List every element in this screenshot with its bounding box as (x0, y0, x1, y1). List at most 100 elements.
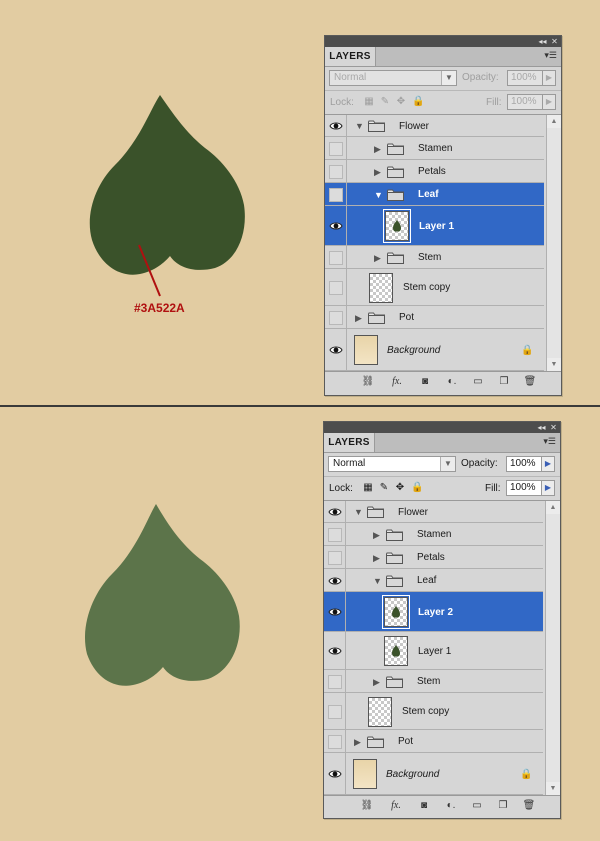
new-layer-icon[interactable]: ❐ (496, 799, 510, 812)
layer-row[interactable]: ▶ Petals (324, 546, 543, 569)
expand-right-icon[interactable]: ▶ (374, 167, 381, 178)
lock-image-icon[interactable]: ✎ (379, 483, 389, 493)
eye-icon[interactable] (329, 343, 343, 357)
opacity-slider-button[interactable]: ▶ (542, 70, 556, 86)
link-icon[interactable]: ⛓ (358, 799, 376, 812)
layer-row[interactable]: ▶ Stem (324, 670, 543, 693)
collapse-icon[interactable]: ◂◂ (537, 36, 548, 47)
scroll-up-icon[interactable]: ▲ (546, 501, 560, 514)
visibility-empty[interactable] (328, 734, 342, 749)
collapse-icon[interactable]: ◂◂ (536, 422, 547, 433)
eye-icon[interactable] (328, 767, 342, 781)
eye-icon[interactable] (328, 505, 342, 519)
visibility-toggle[interactable] (324, 546, 346, 568)
visibility-toggle[interactable] (324, 693, 346, 729)
visibility-empty[interactable] (329, 310, 343, 325)
visibility-toggle[interactable] (324, 523, 346, 545)
expand-right-icon[interactable]: ▶ (374, 144, 381, 155)
expand-right-icon[interactable]: ▶ (373, 677, 380, 688)
mask-icon[interactable]: ◙ (417, 799, 431, 812)
visibility-toggle[interactable] (325, 206, 347, 245)
trash-icon[interactable]: 🗑 (523, 375, 537, 388)
visibility-toggle[interactable] (324, 569, 346, 591)
visibility-toggle[interactable] (325, 306, 347, 328)
visibility-toggle[interactable] (325, 329, 347, 370)
layer-row[interactable]: Stem copy (325, 269, 544, 306)
layer-row[interactable]: ▼ Leaf (325, 183, 544, 206)
layer-row[interactable]: ▶ Stem (325, 246, 544, 269)
lock-image-icon[interactable]: ✎ (380, 97, 390, 107)
lock-transparency-icon[interactable]: ▦ (363, 483, 373, 493)
visibility-toggle[interactable] (324, 632, 346, 669)
lock-position-icon[interactable]: ✥ (396, 97, 406, 107)
visibility-toggle[interactable] (324, 501, 346, 522)
trash-icon[interactable]: 🗑 (522, 799, 536, 812)
visibility-empty[interactable] (328, 674, 342, 689)
visibility-toggle[interactable] (325, 160, 347, 182)
fill-slider-button[interactable]: ▶ (542, 94, 556, 110)
opacity-slider-button[interactable]: ▶ (541, 456, 555, 472)
mask-icon[interactable]: ◙ (418, 375, 432, 388)
layer-row[interactable]: ▼ Flower (324, 501, 543, 523)
close-icon[interactable]: ✕ (548, 422, 559, 433)
lock-position-icon[interactable]: ✥ (395, 483, 405, 493)
opacity-input[interactable]: 100% (506, 456, 542, 472)
close-icon[interactable]: ✕ (549, 36, 560, 47)
eye-icon[interactable] (329, 219, 343, 233)
expand-down-icon[interactable]: ▼ (355, 121, 364, 131)
layer-row[interactable]: Layer 1 (325, 206, 544, 246)
visibility-toggle[interactable] (325, 183, 347, 205)
eye-icon[interactable] (329, 119, 343, 133)
eye-icon[interactable] (328, 574, 342, 588)
expand-down-icon[interactable]: ▼ (374, 190, 383, 200)
visibility-toggle[interactable] (325, 246, 347, 268)
visibility-empty[interactable] (329, 187, 343, 202)
tab-layers[interactable]: LAYERS (324, 433, 375, 452)
scroll-up-icon[interactable]: ▲ (547, 115, 561, 128)
fx-icon[interactable]: fx. (387, 799, 405, 812)
visibility-empty[interactable] (329, 141, 343, 156)
lock-icon[interactable]: 🔒 (412, 97, 424, 107)
layer-row[interactable]: ▼ Leaf (324, 569, 543, 592)
new-group-icon[interactable]: ▭ (470, 799, 484, 812)
layer-row[interactable]: ▼ Flower (325, 115, 544, 137)
layer-row[interactable]: ▶ Petals (325, 160, 544, 183)
link-icon[interactable]: ⛓ (359, 375, 377, 388)
visibility-empty[interactable] (329, 250, 343, 265)
expand-down-icon[interactable]: ▼ (354, 507, 363, 517)
new-group-icon[interactable]: ▭ (471, 375, 485, 388)
adjustment-icon[interactable]: ◐. (443, 799, 459, 812)
layers-scrollbar[interactable]: ▲ ▼ (545, 501, 560, 795)
fx-icon[interactable]: fx. (388, 375, 406, 388)
visibility-toggle[interactable] (324, 592, 346, 631)
blend-mode-select[interactable]: Normal ▼ (329, 70, 457, 86)
scroll-down-icon[interactable]: ▼ (547, 358, 561, 371)
layers-scrollbar[interactable]: ▲ ▼ (546, 115, 561, 371)
expand-right-icon[interactable]: ▶ (354, 737, 361, 748)
layer-row[interactable]: ▶ Stamen (324, 523, 543, 546)
expand-right-icon[interactable]: ▶ (355, 313, 362, 324)
visibility-toggle[interactable] (325, 269, 347, 305)
layer-row[interactable]: ▶ Stamen (325, 137, 544, 160)
fill-input[interactable]: 100% (506, 480, 542, 496)
eye-icon[interactable] (328, 605, 342, 619)
layer-row[interactable]: Background 🔒 (324, 753, 543, 795)
visibility-empty[interactable] (328, 704, 342, 719)
layer-row[interactable]: ▶ Pot (325, 306, 544, 329)
panel-titlebar[interactable]: ◂◂ ✕ (325, 36, 561, 47)
panel-menu-icon[interactable]: ▾☰ (544, 50, 557, 61)
new-layer-icon[interactable]: ❐ (497, 375, 511, 388)
scroll-down-icon[interactable]: ▼ (546, 782, 560, 795)
fill-input[interactable]: 100% (507, 94, 543, 110)
layer-row[interactable]: Layer 1 (324, 632, 543, 670)
layer-row[interactable]: ▶ Pot (324, 730, 543, 753)
lock-icon[interactable]: 🔒 (411, 483, 423, 493)
adjustment-icon[interactable]: ◐. (444, 375, 460, 388)
layer-row[interactable]: Layer 2 (324, 592, 543, 632)
layer-row[interactable]: Background 🔒 (325, 329, 544, 371)
blend-mode-select[interactable]: Normal ▼ (328, 456, 456, 472)
visibility-toggle[interactable] (324, 670, 346, 692)
lock-transparency-icon[interactable]: ▦ (364, 97, 374, 107)
layer-row[interactable]: Stem copy (324, 693, 543, 730)
panel-menu-icon[interactable]: ▾☰ (543, 436, 556, 447)
